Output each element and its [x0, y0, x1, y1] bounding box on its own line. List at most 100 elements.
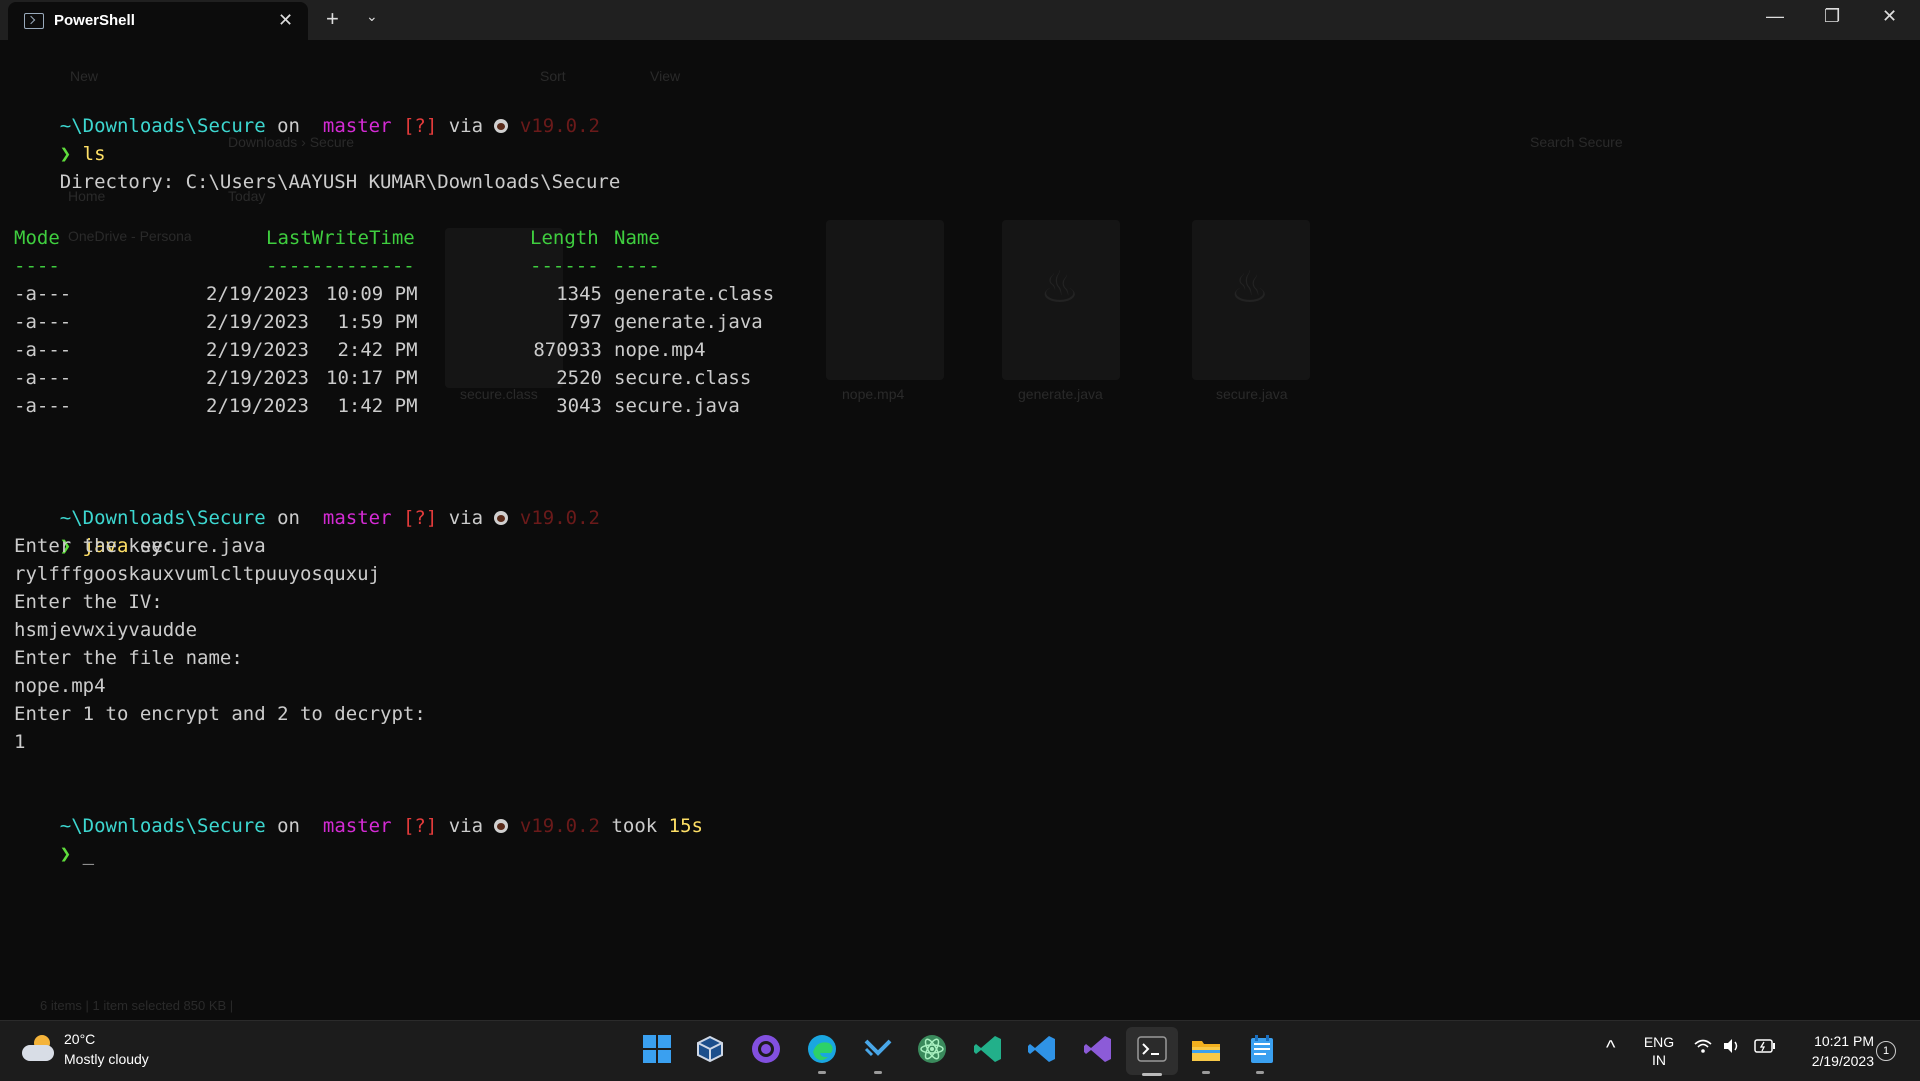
new-tab-button[interactable]: +	[326, 6, 339, 32]
prompt-line: ~\Downloads\Secure on master [?] via v19…	[14, 784, 703, 868]
weather-temperature[interactable]: 20°C	[64, 1031, 95, 1047]
separator-mode: ----	[14, 255, 60, 277]
command-line[interactable]: ❯ _	[14, 812, 94, 896]
output-line: Enter the key:	[14, 535, 175, 557]
header-mode: Mode	[14, 227, 60, 249]
powershell-icon	[24, 13, 44, 29]
visual-studio-icon[interactable]	[1082, 1033, 1114, 1065]
output-line: hsmjevwxiyvaudde	[14, 619, 198, 641]
row-length: 2520	[556, 367, 602, 389]
prompt-on: on	[265, 507, 312, 529]
notification-badge[interactable]: 1	[1876, 1041, 1896, 1061]
java-icon	[494, 119, 509, 133]
weather-cloudy-icon[interactable]	[22, 1035, 54, 1063]
ghost-status-bar: 6 items | 1 item selected 850 KB |	[40, 998, 234, 1013]
weather-condition[interactable]: Mostly cloudy	[64, 1051, 149, 1067]
row-name: secure.java	[614, 395, 740, 417]
running-indicator	[818, 1071, 826, 1074]
row-length: 1345	[556, 283, 602, 305]
region-code: IN	[1652, 1052, 1666, 1068]
output-line: Enter the file name:	[14, 647, 243, 669]
row-date: 2/19/2023	[206, 339, 309, 361]
prompt-branch: master	[311, 115, 392, 137]
taskbar: 20°C Mostly cloudy ^ ENG IN 10:21 PM 2/1…	[0, 1020, 1920, 1081]
row-name: nope.mp4	[614, 339, 706, 361]
close-window-button[interactable]: ✕	[1882, 6, 1897, 27]
volume-icon[interactable]	[1722, 1038, 1740, 1059]
directory-label: Directory: C:\Users\AAYUSH KUMAR\Downloa…	[14, 171, 621, 193]
ghost-new-label: New	[70, 68, 99, 84]
notepad-icon[interactable]	[1246, 1033, 1278, 1065]
row-mode: -a---	[14, 395, 72, 417]
separator-time: -------------	[266, 255, 415, 277]
close-tab-icon[interactable]: ✕	[278, 10, 293, 31]
output-line: Enter 1 to encrypt and 2 to decrypt:	[14, 703, 426, 725]
prompt-on: on	[265, 815, 312, 837]
prompt-via: via	[437, 115, 495, 137]
output-line: rylfffgooskauxvumlcltpuuyosquxuj	[14, 563, 381, 585]
header-length: Length	[530, 227, 599, 249]
wifi-icon[interactable]	[1694, 1038, 1712, 1059]
maximize-button[interactable]: ❐	[1824, 6, 1840, 27]
row-length: 3043	[556, 395, 602, 417]
prompt-on: on	[265, 115, 312, 137]
row-name: generate.java	[614, 311, 763, 333]
row-mode: -a---	[14, 311, 72, 333]
file-explorer-icon[interactable]	[1190, 1033, 1222, 1065]
tab-powershell[interactable]: PowerShell ✕	[8, 2, 308, 40]
output-line: 1	[14, 731, 26, 753]
row-time: 1:42 PM	[326, 395, 418, 417]
header-lastwritetime: LastWriteTime	[266, 227, 415, 249]
prompt-branch: master	[311, 815, 392, 837]
terminal-icon[interactable]	[1136, 1033, 1168, 1065]
java-icon	[494, 511, 509, 525]
github-desktop-icon[interactable]	[750, 1033, 782, 1065]
java-icon	[494, 819, 509, 833]
prompt-via: via	[437, 815, 495, 837]
running-indicator	[874, 1071, 882, 1074]
edge-icon[interactable]	[806, 1033, 838, 1065]
prompt-git-status: [?]	[391, 815, 438, 837]
start-icon[interactable]	[641, 1033, 673, 1065]
clock-date: 2/19/2023	[1811, 1053, 1874, 1069]
row-date: 2/19/2023	[206, 395, 309, 417]
chevron-up-icon[interactable]: ^	[1606, 1037, 1615, 1060]
row-mode: -a---	[14, 367, 72, 389]
chevron-down-icon[interactable]: ⌄	[366, 8, 378, 25]
language-indicator[interactable]: ENG IN	[1642, 1033, 1676, 1069]
row-length: 797	[567, 311, 602, 333]
row-time: 2:42 PM	[326, 339, 418, 361]
active-indicator	[1142, 1073, 1162, 1076]
vscode-icon[interactable]	[1026, 1033, 1058, 1065]
terminal-output[interactable]: ~\Downloads\Secure on master [?] via v19…	[14, 84, 1904, 865]
vscode-insiders-icon[interactable]	[972, 1033, 1004, 1065]
row-date: 2/19/2023	[206, 311, 309, 333]
title-bar: PowerShell ✕ + ⌄ — ❐ ✕	[0, 0, 1920, 40]
output-line: Enter the IV:	[14, 591, 163, 613]
tab-title: PowerShell	[54, 12, 135, 29]
separator-name: ----	[614, 255, 660, 277]
minimize-button[interactable]: —	[1766, 6, 1784, 27]
ghost-sort-label: Sort	[540, 68, 566, 84]
header-name: Name	[614, 227, 660, 249]
prompt-git-status: [?]	[391, 507, 438, 529]
virtualbox-icon[interactable]	[694, 1033, 726, 1065]
row-name: generate.class	[614, 283, 775, 305]
prompt-java-version: v19.0.2	[508, 815, 600, 837]
battery-icon[interactable]	[1754, 1038, 1776, 1058]
row-name: secure.class	[614, 367, 752, 389]
row-time: 10:09 PM	[326, 283, 418, 305]
separator-length: ------	[530, 255, 599, 277]
atom-icon[interactable]	[916, 1033, 948, 1065]
row-length: 870933	[533, 339, 602, 361]
cursor: _	[82, 843, 95, 865]
command-text: ls	[82, 143, 106, 165]
clock[interactable]: 10:21 PM 2/19/2023	[1790, 1031, 1874, 1071]
language-code: ENG	[1643, 1034, 1675, 1050]
mail-icon[interactable]	[862, 1033, 894, 1065]
running-indicator	[1202, 1071, 1210, 1074]
prompt-symbol: ❯	[59, 143, 72, 165]
output-line: nope.mp4	[14, 675, 106, 697]
clock-time: 10:21 PM	[1814, 1033, 1874, 1049]
row-date: 2/19/2023	[206, 367, 309, 389]
